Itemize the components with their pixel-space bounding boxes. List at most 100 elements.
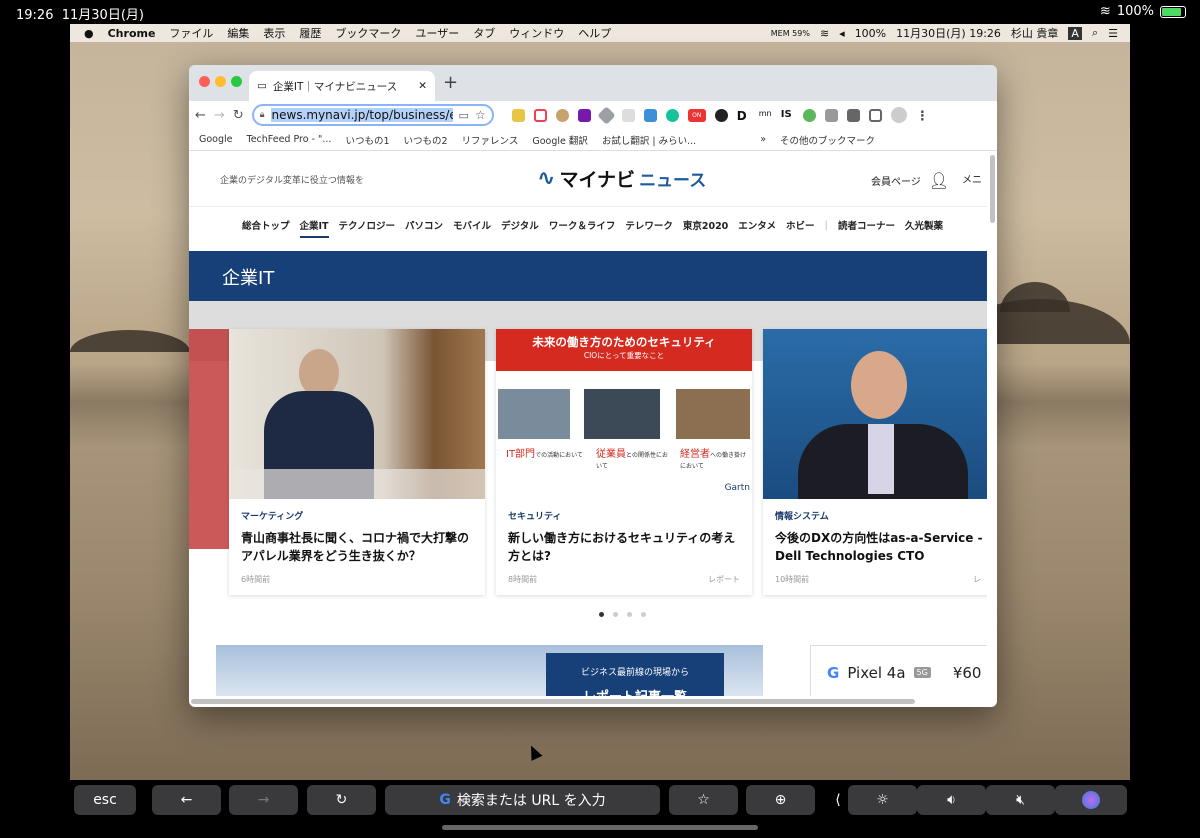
mac-battery-text[interactable]: 100% bbox=[855, 27, 886, 40]
menu-tab[interactable]: タブ bbox=[473, 25, 495, 41]
bookmark-folder-itsumo2[interactable]: いつもの2 bbox=[404, 133, 448, 147]
puzzle-icon[interactable] bbox=[846, 108, 860, 122]
touchbar-collapse-button[interactable]: ⟨ bbox=[831, 785, 845, 815]
article-title-3[interactable]: 今後のDXの方向性はas-a-Service - Dell Technologi… bbox=[775, 529, 987, 565]
extension-is-icon[interactable]: IS bbox=[781, 109, 794, 122]
onenote-icon[interactable] bbox=[577, 108, 591, 122]
article-card-1[interactable]: マーケティング 青山商事社長に聞く、コロナ禍で大打撃のアパレル業界をどう生き抜く… bbox=[229, 329, 485, 595]
menu-help[interactable]: ヘルプ bbox=[578, 25, 611, 41]
extension-plus-icon[interactable] bbox=[802, 108, 816, 122]
cookie-icon[interactable] bbox=[555, 108, 569, 122]
pixel-ad[interactable]: G Pixel 4a 5G ¥60 bbox=[810, 645, 987, 696]
bookmark-mirai-translate[interactable]: お試し翻訳 | みらい... bbox=[602, 133, 696, 147]
site-logo[interactable]: ∿ マイナビ ニュース bbox=[537, 165, 706, 192]
cast-screen-icon[interactable] bbox=[868, 108, 882, 122]
back-icon[interactable]: ← bbox=[195, 108, 206, 123]
touchbar-newtab-button[interactable]: ⊕ bbox=[746, 785, 815, 815]
nav-digital[interactable]: デジタル bbox=[501, 218, 539, 232]
close-window-button[interactable] bbox=[199, 76, 210, 87]
home-indicator[interactable] bbox=[442, 825, 758, 830]
bookmark-folder-reference[interactable]: リファレンス bbox=[462, 133, 519, 147]
forward-icon[interactable]: → bbox=[214, 108, 225, 123]
apple-icon[interactable]: ● bbox=[84, 27, 94, 40]
new-tab-button[interactable]: + bbox=[443, 72, 458, 93]
extension-circle-icon[interactable] bbox=[714, 108, 728, 122]
carousel-dot-2[interactable] bbox=[613, 612, 618, 617]
nav-entame[interactable]: エンタメ bbox=[738, 218, 776, 232]
carousel-dot-4[interactable] bbox=[641, 612, 646, 617]
touchbar-reload-button[interactable]: ↻ bbox=[307, 785, 376, 815]
touchbar-search-field[interactable]: G 検索または URL を入力 bbox=[385, 785, 660, 815]
article-card-2[interactable]: 未来の働き方のためのセキュリティ CIOにとって重要なこと IT部門での活動におい… bbox=[496, 329, 752, 595]
grammarly-icon[interactable] bbox=[665, 108, 679, 122]
extension-mn-icon[interactable]: mn bbox=[759, 109, 772, 122]
nav-mobile[interactable]: モバイル bbox=[453, 218, 491, 232]
spotlight-icon[interactable]: ⌕ bbox=[1092, 26, 1098, 40]
nav-technology[interactable]: テクノロジー bbox=[339, 218, 395, 232]
touchbar-forward-button[interactable]: → bbox=[229, 785, 298, 815]
menu-bookmarks[interactable]: ブックマーク bbox=[335, 25, 401, 41]
vertical-scrollbar[interactable] bbox=[990, 155, 995, 223]
pocket-icon[interactable] bbox=[533, 108, 547, 122]
esc-key[interactable]: esc bbox=[74, 785, 136, 815]
business-report-banner[interactable]: ビジネス最前線の現場からレポート記事一覧 bbox=[216, 645, 763, 696]
carousel-dot-1[interactable] bbox=[599, 612, 604, 617]
siri-icon[interactable] bbox=[1055, 785, 1127, 815]
brightness-icon[interactable]: ☼ bbox=[848, 785, 917, 815]
mute-icon[interactable]: 🔇︎ bbox=[986, 785, 1055, 815]
active-tab[interactable]: ▭ 企業IT｜マイナビニュース ✕ bbox=[249, 71, 435, 101]
nav-pc[interactable]: パソコン bbox=[405, 218, 443, 232]
url-text[interactable]: news.mynavi.jp/top/business/er bbox=[270, 108, 453, 122]
nav-enterprise-it[interactable]: 企業IT bbox=[299, 218, 329, 238]
bookmarks-overflow[interactable]: » bbox=[760, 134, 766, 145]
notification-icon[interactable]: ☰ bbox=[1108, 27, 1118, 40]
menu-user[interactable]: ユーザー bbox=[415, 25, 459, 41]
mac-clock[interactable]: 11月30日(月) 19:26 bbox=[896, 25, 1001, 41]
mem-indicator[interactable]: MEM 59% bbox=[771, 29, 810, 38]
address-bar[interactable]: 🔒︎ news.mynavi.jp/top/business/er ▭ ☆ bbox=[251, 104, 494, 126]
menu-window[interactable]: ウィンドウ bbox=[509, 25, 564, 41]
article-title-1[interactable]: 青山商事社長に聞く、コロナ禍で大打撃のアパレル業界をどう生き抜くか？ bbox=[241, 529, 479, 565]
nav-telework[interactable]: テレワーク bbox=[625, 218, 673, 232]
zoom-window-button[interactable] bbox=[231, 76, 242, 87]
bookmark-google[interactable]: Google bbox=[199, 134, 233, 145]
mac-user[interactable]: 杉山 貴章 bbox=[1011, 25, 1059, 41]
close-tab-icon[interactable]: ✕ bbox=[418, 80, 427, 92]
star-icon[interactable]: ☆ bbox=[475, 108, 486, 122]
carousel-dot-3[interactable] bbox=[627, 612, 632, 617]
menu-app-name[interactable]: Chrome bbox=[108, 27, 156, 40]
menu-history[interactable]: 履歴 bbox=[299, 25, 321, 41]
bookmark-google-translate[interactable]: Google 翻訳 bbox=[532, 133, 588, 147]
member-page-link[interactable]: 会員ページ 👤︎ bbox=[871, 171, 949, 190]
kebab-menu-icon[interactable]: ⋮ bbox=[916, 109, 929, 124]
menu-edit[interactable]: 編集 bbox=[227, 25, 249, 41]
nav-tokyo2020[interactable]: 東京2020 bbox=[683, 218, 728, 232]
volume-icon[interactable]: 🔉︎ bbox=[917, 785, 986, 815]
wifi-menu-icon[interactable]: ≋ bbox=[820, 27, 829, 40]
drive-icon[interactable] bbox=[597, 105, 616, 125]
extension-leaf-icon[interactable] bbox=[621, 108, 635, 122]
nav-hobby[interactable]: ホビー bbox=[786, 218, 815, 232]
nav-top[interactable]: 総合トップ bbox=[242, 218, 290, 232]
input-source[interactable]: A bbox=[1068, 26, 1082, 40]
nav-readers[interactable]: 読者コーナー bbox=[838, 218, 895, 232]
menu-link[interactable]: メニ bbox=[962, 171, 982, 186]
article-card-3[interactable]: 情報システム 今後のDXの方向性はas-a-Service - Dell Tec… bbox=[763, 329, 987, 595]
extension-doc-icon[interactable] bbox=[824, 108, 838, 122]
cast-icon[interactable]: ▭ bbox=[459, 109, 469, 122]
nav-work-life[interactable]: ワーク＆ライフ bbox=[549, 218, 616, 232]
reload-icon[interactable]: ↻ bbox=[233, 108, 244, 123]
horizontal-scrollbar[interactable] bbox=[191, 699, 915, 704]
extension-yellow-icon[interactable] bbox=[511, 108, 525, 122]
menu-view[interactable]: 表示 bbox=[263, 25, 285, 41]
touchbar-bookmark-button[interactable]: ☆ bbox=[669, 785, 738, 815]
article-title-2[interactable]: 新しい働き方におけるセキュリティの考え方とは? bbox=[508, 529, 746, 565]
bookmark-folder-itsumo1[interactable]: いつもの1 bbox=[345, 133, 389, 147]
touchbar-back-button[interactable]: ← bbox=[152, 785, 221, 815]
extension-s-icon[interactable] bbox=[643, 108, 657, 122]
nav-hisamitsu[interactable]: 久光製薬 bbox=[905, 218, 943, 232]
extension-d-icon[interactable]: D bbox=[737, 109, 750, 123]
menu-file[interactable]: ファイル bbox=[169, 25, 213, 41]
profile-avatar-icon[interactable] bbox=[890, 107, 907, 123]
bookmark-techfeed[interactable]: TechFeed Pro - "... bbox=[247, 134, 332, 145]
